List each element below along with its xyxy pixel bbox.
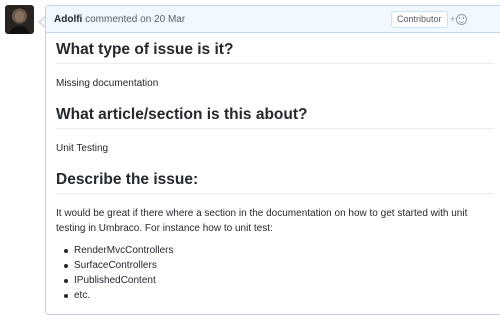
heading-issue-type: What type of issue is it? bbox=[56, 41, 494, 64]
describe-issue-text: It would be great if there where a secti… bbox=[56, 208, 468, 234]
avatar-shoulders bbox=[9, 26, 30, 34]
smiley-icon bbox=[456, 13, 468, 25]
author-link[interactable]: Adolfi bbox=[54, 14, 82, 25]
issue-type-text: Missing documentation bbox=[56, 78, 159, 89]
avatar-face bbox=[15, 11, 24, 22]
plus-icon: + bbox=[450, 14, 456, 24]
heading-describe-issue: Describe the issue: bbox=[56, 171, 494, 194]
comment-body: What type of issue is it? Missing docume… bbox=[46, 41, 500, 303]
article-section-text: Unit Testing bbox=[56, 143, 109, 154]
list-item: SurfaceControllers bbox=[64, 258, 494, 273]
heading-article-section: What article/section is this about? bbox=[56, 106, 494, 129]
comment-action: commented on bbox=[85, 13, 152, 25]
comment-box: Adolfi commented on 20 Mar Contributor +… bbox=[45, 5, 500, 315]
comment-header: Adolfi commented on 20 Mar Contributor + bbox=[46, 6, 500, 33]
comment-date[interactable]: 20 Mar bbox=[154, 14, 185, 25]
contributor-badge: Contributor bbox=[391, 11, 448, 28]
add-reaction-button[interactable]: + bbox=[450, 12, 468, 27]
unit-test-list: RenderMvcControllers SurfaceControllers … bbox=[56, 243, 494, 303]
avatar[interactable] bbox=[5, 5, 34, 34]
list-item: IPublishedContent bbox=[64, 273, 494, 288]
list-item: RenderMvcControllers bbox=[64, 243, 494, 258]
